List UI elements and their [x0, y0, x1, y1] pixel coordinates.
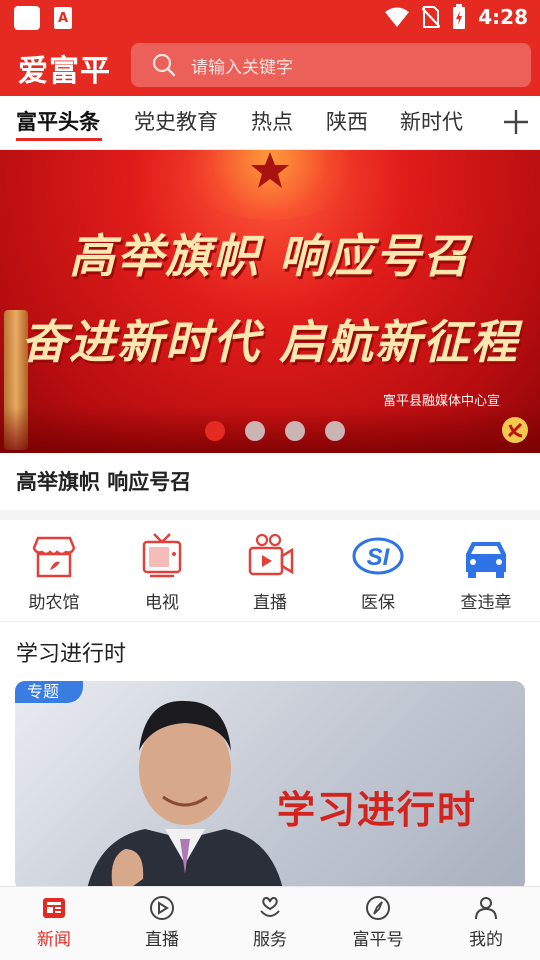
banner-carousel[interactable]: 高举旗帜 响应号召 奋进新时代 启航新征程 富平县融媒体中心宣 — [0, 150, 540, 453]
topic-tag: 专题 — [15, 681, 83, 703]
service-label: 查违章 — [460, 593, 512, 613]
banner-caption[interactable]: 高举旗帜 响应号召 — [16, 466, 191, 496]
search-placeholder: 请输入关键字 — [191, 57, 293, 78]
nav-fuping-account[interactable]: 富平号 — [324, 895, 432, 950]
notification-square-icon — [14, 6, 40, 30]
nav-label: 我的 — [469, 930, 503, 950]
carousel-dot[interactable] — [285, 421, 305, 441]
car-icon — [466, 542, 506, 578]
video-camera-icon — [248, 533, 294, 576]
service-label: 直播 — [253, 593, 287, 613]
active-tab-indicator — [16, 138, 102, 141]
portrait-image — [86, 700, 284, 891]
shop-icon — [32, 536, 76, 578]
svg-text:SI: SI — [367, 544, 391, 571]
star-icon — [251, 152, 289, 188]
service-live[interactable]: 直播 — [216, 532, 324, 613]
service-medical-insurance[interactable]: SI 医保 — [324, 532, 432, 613]
feature-title: 学习进行时 — [277, 787, 478, 832]
wifi-icon — [385, 7, 410, 27]
news-icon — [43, 898, 65, 918]
nav-label: 新闻 — [37, 930, 71, 950]
app-header: 爱富平 请输入关键字 — [0, 36, 540, 96]
nav-mine[interactable]: 我的 — [432, 895, 540, 950]
service-label: 助农馆 — [28, 593, 80, 613]
compass-icon — [366, 896, 390, 920]
clock: 4:28 — [478, 5, 528, 29]
tab-shaanxi[interactable]: 陕西 — [326, 106, 368, 136]
app-notification-icon: A — [54, 7, 72, 29]
play-icon — [150, 896, 174, 920]
status-bar: A 4:28 — [0, 0, 540, 36]
add-tab-icon[interactable] — [502, 108, 530, 136]
section-title: 学习进行时 — [16, 642, 127, 667]
carousel-dot[interactable] — [205, 421, 225, 441]
divider — [0, 510, 540, 520]
nav-label: 直播 — [145, 930, 179, 950]
tab-headlines[interactable]: 富平头条 — [16, 106, 100, 136]
carousel-dot[interactable] — [245, 421, 265, 441]
banner-headline-1: 高举旗帜 响应号召 — [68, 229, 471, 283]
nav-live[interactable]: 直播 — [108, 895, 216, 950]
carousel-indicator — [0, 421, 540, 441]
tab-new-era[interactable]: 新时代 — [400, 106, 463, 136]
service-grid: 助农馆 电视 直播 SI 医保 查违章 — [0, 520, 540, 622]
tv-icon — [142, 533, 182, 578]
bottom-navigation: 新闻 直播 服务 富平号 我的 — [0, 886, 540, 960]
si-insurance-icon: SI — [352, 537, 404, 575]
search-input[interactable]: 请输入关键字 — [131, 43, 531, 87]
carousel-dot[interactable] — [325, 421, 345, 441]
nav-news[interactable]: 新闻 — [0, 895, 108, 950]
banner-headline-2: 奋进新时代 启航新征程 — [20, 315, 519, 369]
nav-service[interactable]: 服务 — [216, 895, 324, 950]
no-sim-icon — [422, 6, 441, 28]
user-icon — [475, 897, 497, 920]
category-tabs: 富平头条 党史教育 热点 陕西 新时代 — [0, 96, 540, 150]
battery-charging-icon — [453, 4, 466, 29]
search-icon — [152, 53, 176, 77]
nav-label: 富平号 — [352, 930, 404, 950]
tab-party-history[interactable]: 党史教育 — [134, 106, 218, 136]
nav-label: 服务 — [253, 930, 287, 950]
service-traffic-violation[interactable]: 查违章 — [432, 532, 540, 613]
tab-hot[interactable]: 热点 — [251, 106, 293, 136]
service-farm-store[interactable]: 助农馆 — [0, 532, 108, 613]
feature-card[interactable]: 专题 学习进行时 — [15, 681, 525, 891]
service-tv[interactable]: 电视 — [108, 532, 216, 613]
service-label: 电视 — [145, 593, 179, 613]
app-logo: 爱富平 — [18, 54, 111, 89]
service-label: 医保 — [361, 593, 395, 613]
service-icon — [260, 896, 280, 917]
